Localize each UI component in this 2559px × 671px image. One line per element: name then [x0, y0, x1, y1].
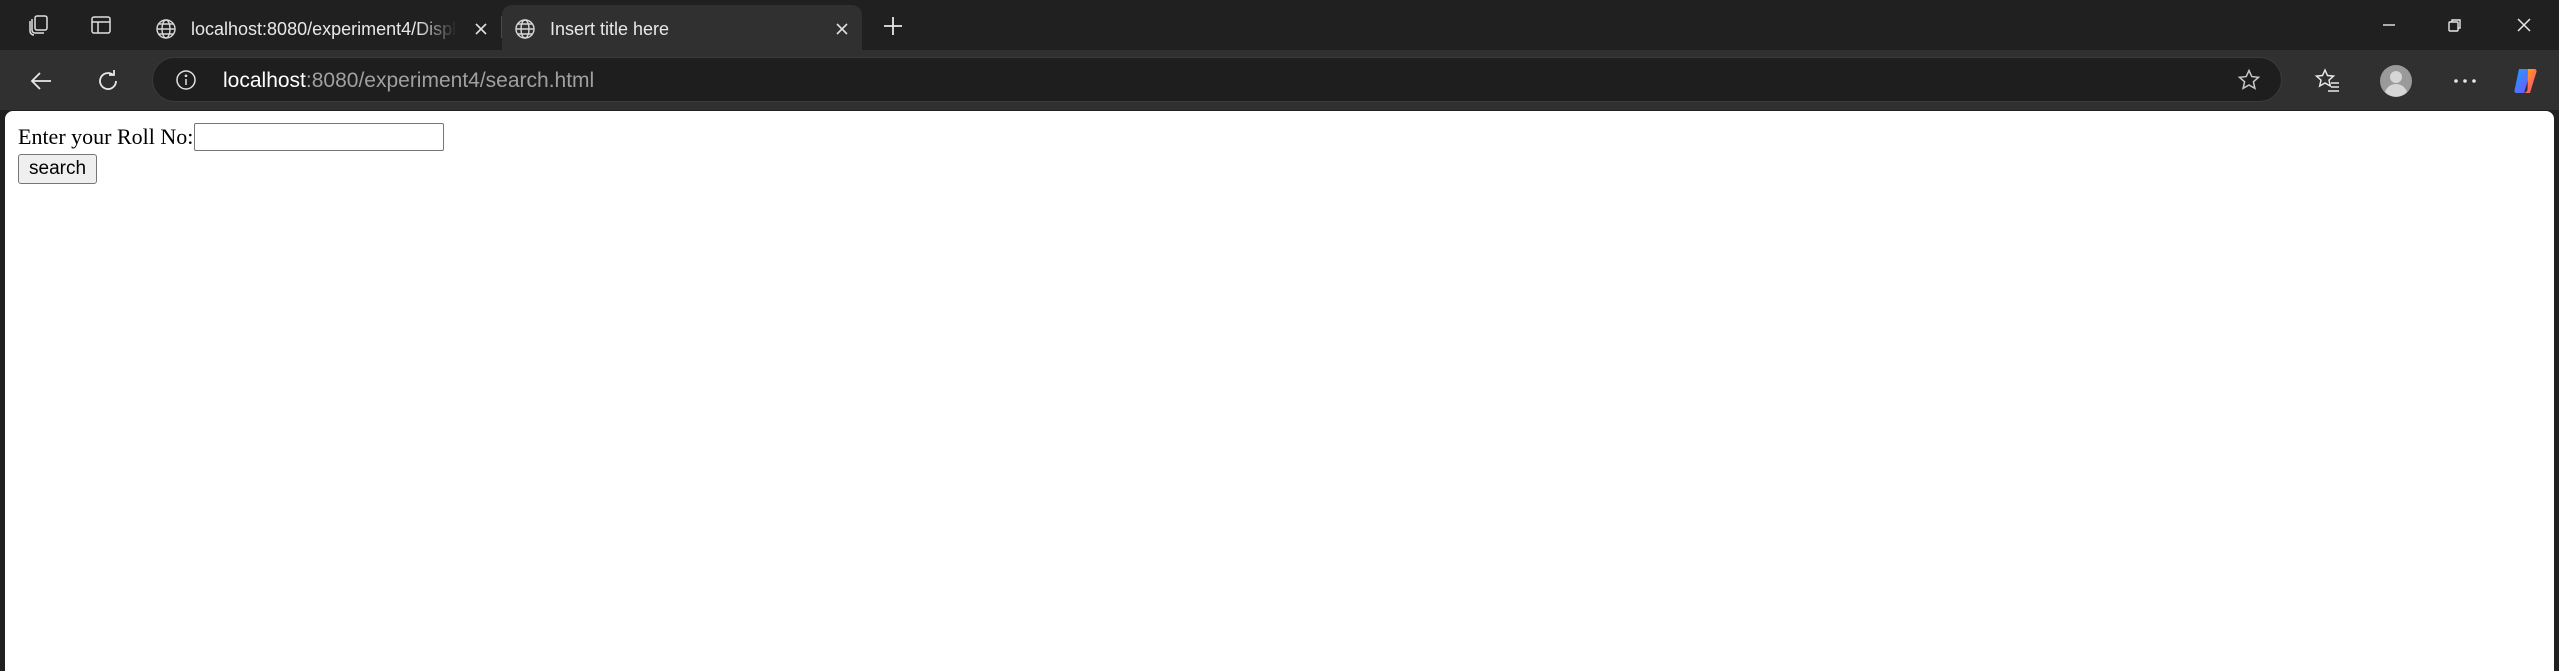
- plus-icon: [884, 17, 902, 35]
- avatar: [2380, 65, 2412, 97]
- tab-title: localhost:8080/experiment4/DisplayServle…: [191, 19, 457, 39]
- workspaces-button[interactable]: [22, 8, 56, 42]
- minimize-button[interactable]: [2354, 0, 2424, 50]
- tab-display-servlet[interactable]: localhost:8080/experiment4/DisplayServle…: [143, 5, 501, 50]
- close-icon: [2517, 18, 2531, 32]
- back-arrow-icon: [30, 72, 51, 90]
- info-icon[interactable]: [175, 69, 197, 91]
- roll-no-label: Enter your Roll No:: [18, 124, 194, 149]
- tab-actions-icon: [91, 16, 111, 34]
- roll-no-input[interactable]: [194, 123, 445, 151]
- workspaces-icon: [29, 15, 48, 36]
- close-icon: [475, 23, 487, 35]
- more-icon: [2454, 79, 2476, 83]
- copilot-button[interactable]: [2508, 63, 2544, 99]
- browser-toolbar: localhost:8080/experiment4/search.html: [0, 50, 2559, 110]
- url-path: :8080/experiment4/search.html: [305, 69, 595, 92]
- close-window-button[interactable]: [2489, 0, 2559, 50]
- search-form: Enter your Roll No: search: [18, 121, 445, 184]
- url-text[interactable]: localhost:8080/experiment4/search.html: [223, 69, 594, 93]
- refresh-icon: [99, 70, 117, 90]
- copilot-icon: [2514, 69, 2537, 93]
- search-button[interactable]: search: [18, 154, 98, 184]
- globe-icon: [156, 19, 176, 39]
- star-icon[interactable]: [2237, 68, 2261, 92]
- minimize-icon: [2383, 24, 2395, 26]
- profile-button[interactable]: [2378, 63, 2414, 99]
- settings-menu-button[interactable]: [2447, 63, 2483, 99]
- restore-icon: [2448, 19, 2461, 32]
- address-bar[interactable]: localhost:8080/experiment4/search.html: [152, 57, 2282, 102]
- close-tab-button[interactable]: [830, 17, 854, 41]
- tab-strip: localhost:8080/experiment4/DisplayServle…: [0, 0, 2559, 50]
- favorites-icon: [2314, 68, 2339, 92]
- restore-button[interactable]: [2420, 0, 2490, 50]
- tab-actions-button[interactable]: [84, 8, 118, 42]
- new-tab-button[interactable]: [876, 9, 910, 43]
- tab-title: Insert title here: [550, 19, 670, 39]
- close-icon: [836, 23, 848, 35]
- refresh-button[interactable]: [90, 63, 126, 99]
- page-viewport: Enter your Roll No: search: [5, 111, 2554, 671]
- close-tab-button[interactable]: [469, 17, 493, 41]
- favorites-button[interactable]: [2310, 63, 2346, 99]
- globe-icon: [515, 19, 535, 39]
- tab-insert-title[interactable]: Insert title here: [502, 5, 862, 50]
- url-host: localhost: [223, 69, 306, 92]
- back-button[interactable]: [23, 63, 59, 99]
